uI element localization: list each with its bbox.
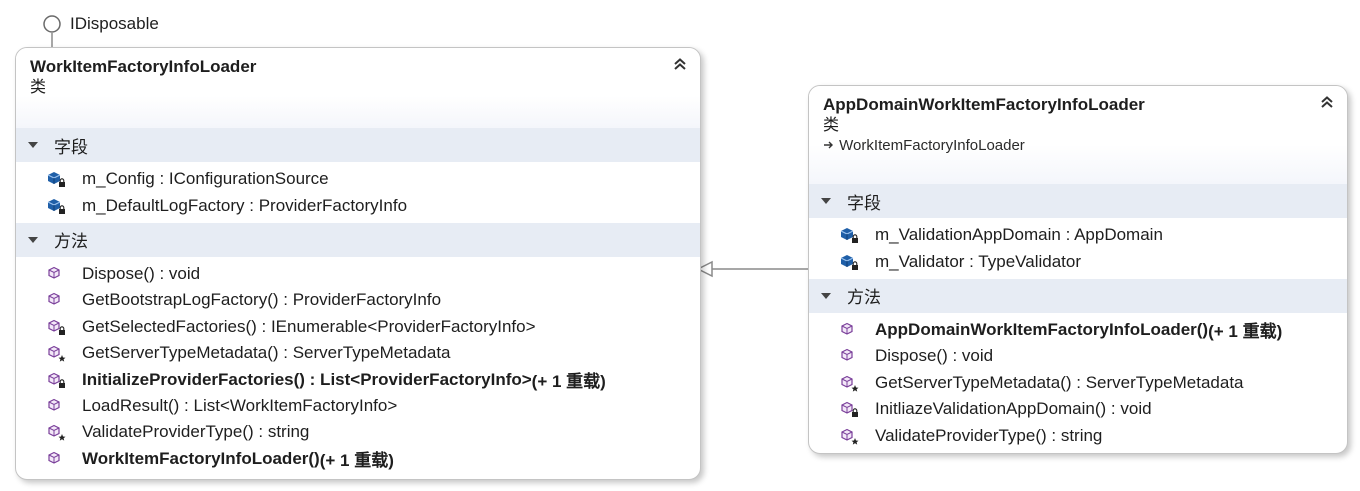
member-text: GetBootstrapLogFactory() : ProviderFacto… <box>82 290 442 310</box>
field-list: m_ValidationAppDomain : AppDomain m_Valid… <box>809 218 1347 279</box>
method-public-icon <box>48 266 60 279</box>
base-class: WorkItemFactoryInfoLoader <box>823 136 1333 156</box>
section-title: 字段 <box>54 137 88 157</box>
overload-count: (+ 1 重载) <box>531 372 606 392</box>
overload-count: (+ 1 重载) <box>319 451 394 471</box>
method-protected-icon <box>841 428 859 445</box>
method-public-icon <box>841 349 853 362</box>
member-row[interactable]: AppDomainWorkItemFactoryInfoLoader() (+ … <box>809 317 1347 343</box>
section-title: 字段 <box>847 193 881 213</box>
method-list: Dispose() : void GetBootstrapLogFactory()… <box>16 257 700 476</box>
member-text: GetServerTypeMetadata() : ServerTypeMeta… <box>82 343 451 363</box>
member-text: Dispose() : void <box>875 346 994 366</box>
interface-lollipop-icon <box>43 15 61 33</box>
member-text: m_Validator : TypeValidator <box>875 251 1082 271</box>
member-text: m_ValidationAppDomain : AppDomain <box>875 225 1163 245</box>
member-text: AppDomainWorkItemFactoryInfoLoader() <box>875 319 1209 339</box>
member-row[interactable]: ValidateProviderType() : string <box>809 422 1347 448</box>
member-row[interactable]: m_Config : IConfigurationSource <box>16 166 700 192</box>
member-text: WorkItemFactoryInfoLoader() <box>82 448 320 468</box>
inherits-arrow-icon <box>824 141 833 149</box>
section-methods[interactable]: 方法 <box>809 278 1347 313</box>
field-private-icon <box>840 228 858 244</box>
member-row[interactable]: GetSelectedFactories() : IEnumerable<Pro… <box>16 314 700 340</box>
field-private-icon <box>47 172 65 188</box>
section-title: 方法 <box>847 288 881 308</box>
class-header: AppDomainWorkItemFactoryInfoLoader 类 Wor… <box>809 86 1347 184</box>
member-row[interactable]: Dispose() : void <box>809 343 1347 369</box>
member-row[interactable]: m_ValidationAppDomain : AppDomain <box>809 222 1347 248</box>
member-row[interactable]: ValidateProviderType() : string <box>16 419 700 445</box>
method-private-icon <box>48 319 65 335</box>
member-text: LoadResult() : List<WorkItemFactoryInfo> <box>82 395 398 415</box>
member-row[interactable]: m_DefaultLogFactory : ProviderFactoryInf… <box>16 192 700 218</box>
method-private-icon <box>841 401 858 418</box>
expand-triangle-icon <box>28 236 38 243</box>
expand-triangle-icon <box>28 142 38 148</box>
member-text: GetSelectedFactories() : IEnumerable<Pro… <box>82 316 536 336</box>
method-public-icon <box>48 451 60 464</box>
section-title: 方法 <box>54 232 88 252</box>
field-list: m_Config : IConfigurationSource m_Default… <box>16 162 700 223</box>
member-text: ValidateProviderType() : string <box>82 422 310 442</box>
section-fields[interactable]: 字段 <box>16 128 700 162</box>
class-name: WorkItemFactoryInfoLoader <box>30 57 257 76</box>
field-private-icon <box>840 254 858 270</box>
base-class-name: WorkItemFactoryInfoLoader <box>839 137 1025 154</box>
class-box-workitemfactoryinfoloader[interactable]: WorkItemFactoryInfoLoader 类 字段 m_Config … <box>15 47 701 480</box>
method-public-icon <box>48 293 60 306</box>
member-text: Dispose() : void <box>82 263 201 283</box>
method-protected-icon <box>48 425 66 441</box>
member-text: m_Config : IConfigurationSource <box>82 169 329 189</box>
member-text: GetServerTypeMetadata() : ServerTypeMeta… <box>875 372 1244 392</box>
expand-triangle-icon <box>821 292 831 299</box>
class-name: AppDomainWorkItemFactoryInfoLoader <box>823 95 1145 114</box>
member-row[interactable]: InitliazeValidationAppDomain() : void <box>809 396 1347 422</box>
class-kind: 类 <box>823 117 840 134</box>
member-text: m_DefaultLogFactory : ProviderFactoryInf… <box>82 195 408 215</box>
method-protected-icon <box>48 345 66 362</box>
member-row[interactable]: GetBootstrapLogFactory() : ProviderFacto… <box>16 287 700 313</box>
field-private-icon <box>47 198 65 214</box>
member-row[interactable]: LoadResult() : List<WorkItemFactoryInfo> <box>16 393 700 419</box>
overload-count: (+ 1 重载) <box>1208 322 1283 342</box>
member-text: InitliazeValidationAppDomain() : void <box>875 399 1152 419</box>
section-methods[interactable]: 方法 <box>16 222 700 257</box>
section-fields[interactable]: 字段 <box>809 184 1347 218</box>
method-protected-icon <box>841 375 859 392</box>
method-public-icon <box>841 322 853 335</box>
class-kind: 类 <box>30 79 47 96</box>
method-private-icon <box>48 372 65 388</box>
class-header: WorkItemFactoryInfoLoader 类 <box>16 48 700 128</box>
member-row[interactable]: WorkItemFactoryInfoLoader() (+ 1 重载) <box>16 446 700 472</box>
member-text: InitializeProviderFactories() : List<Pro… <box>82 369 532 389</box>
interface-label: IDisposable <box>70 14 159 33</box>
member-row[interactable]: GetServerTypeMetadata() : ServerTypeMeta… <box>809 370 1347 396</box>
member-row[interactable]: GetServerTypeMetadata() : ServerTypeMeta… <box>16 340 700 366</box>
member-text: ValidateProviderType() : string <box>875 425 1103 445</box>
member-row[interactable]: InitializeProviderFactories() : List<Pro… <box>16 366 700 392</box>
expand-triangle-icon <box>821 198 831 204</box>
collapse-chevron-icon[interactable] <box>672 56 688 72</box>
class-box-appdomainworkitemfactoryinfoloader[interactable]: AppDomainWorkItemFactoryInfoLoader 类 Wor… <box>808 85 1348 454</box>
member-row[interactable]: Dispose() : void <box>16 261 700 287</box>
method-public-icon <box>48 398 60 411</box>
member-row[interactable]: m_Validator : TypeValidator <box>809 248 1347 274</box>
method-list: AppDomainWorkItemFactoryInfoLoader() (+ … <box>809 313 1347 453</box>
collapse-chevron-icon[interactable] <box>1319 94 1335 110</box>
